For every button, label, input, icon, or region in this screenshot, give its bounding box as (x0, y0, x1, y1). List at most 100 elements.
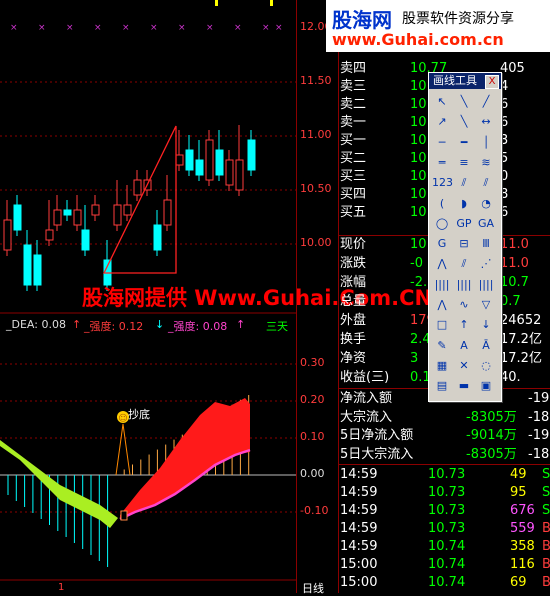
candle-body (33, 254, 42, 286)
ellipse-icon[interactable]: ◯ (432, 215, 452, 233)
tick-time: 15:00 (340, 575, 378, 590)
clear-icon[interactable]: ▦ (432, 357, 452, 375)
gann-icon[interactable]: ⫽ (454, 174, 474, 192)
order-book-row-label: 买五 (340, 205, 367, 220)
tick-price: 10.73 (428, 485, 466, 500)
delete-icon[interactable]: ✕ (454, 357, 474, 375)
svg-text:×: × (234, 23, 242, 33)
ga-icon[interactable]: GA (476, 215, 496, 233)
svg-text:×: × (38, 23, 46, 33)
ind-axis-label-000: 0.00 (300, 467, 325, 480)
bars2-icon[interactable]: |||| (454, 276, 474, 294)
segment-icon[interactable]: ↔ (476, 113, 496, 131)
tick-time: 14:59 (340, 503, 378, 518)
tick-price: 10.74 (428, 557, 466, 572)
hide-icon[interactable]: ◌ (476, 357, 496, 375)
candle-body (73, 209, 82, 226)
cycle-icon[interactable]: ◗ (454, 195, 474, 213)
more-indicator-label: 三天 (266, 320, 288, 333)
ray-icon[interactable]: ╱ (476, 93, 496, 111)
wave-icon[interactable]: ∿ (454, 296, 474, 314)
candle-body (235, 159, 244, 191)
tick-volume: 69 (510, 575, 527, 590)
gp-icon[interactable]: GP (454, 215, 474, 233)
bars3-icon[interactable]: |||| (476, 276, 496, 294)
channel-icon[interactable]: ≡ (454, 154, 474, 172)
order-book-row-label: 卖二 (340, 97, 367, 112)
hline-icon[interactable]: ─ (432, 134, 452, 152)
candle-body (123, 204, 132, 216)
stat-row-label: 净资 (340, 351, 367, 366)
candle-body (113, 204, 122, 226)
stat-row-label: 现价 (340, 237, 367, 252)
svg-text:×: × (122, 23, 130, 33)
pen-icon[interactable]: ✎ (432, 337, 452, 355)
order-book-row-label: 卖四 (340, 61, 367, 76)
arrow-line-icon[interactable]: ↗ (432, 113, 452, 131)
trend-icon[interactable]: ⫽ (476, 174, 496, 192)
line-icon[interactable]: ╲ (454, 93, 474, 111)
period-icon[interactable]: Ⅲ (476, 235, 496, 253)
candle-body (81, 229, 90, 251)
tick-time: 14:59 (340, 485, 378, 500)
svg-text:×: × (94, 23, 102, 33)
screen-icon[interactable]: ▣ (476, 377, 496, 395)
buy-signal-spike (115, 423, 131, 476)
text-icon[interactable]: A (454, 337, 474, 355)
flow-row-label: 5日大宗流入 (340, 446, 414, 462)
polyline-icon[interactable]: ⋀ (432, 296, 452, 314)
logo-cn-name: 股海网 (332, 8, 392, 32)
order-book-row-value: 10 (410, 133, 427, 148)
svg-text:×: × (206, 23, 214, 33)
stat-row-label: 换手 (340, 332, 367, 347)
candle-body (45, 229, 54, 241)
order-book-row-value: 10 (410, 169, 427, 184)
hline2-icon[interactable]: ━ (454, 134, 474, 152)
axis-label-1100: 11.00 (300, 128, 332, 141)
ruler-icon[interactable]: ▬ (454, 377, 474, 395)
dea-label: _DEA: 0.08 (6, 318, 66, 331)
list-icon[interactable]: ▤ (432, 377, 452, 395)
down-arrow-icon[interactable]: ↓ (476, 316, 496, 334)
arc-icon[interactable]: ( (432, 195, 452, 213)
up-arrow-icon[interactable]: ↑ (454, 316, 474, 334)
candle-body (175, 154, 184, 166)
text2-icon[interactable]: Ā (476, 337, 496, 355)
order-book-row-label: 买三 (340, 169, 367, 184)
golden-icon[interactable]: G (432, 235, 452, 253)
stat-row-value2: 11.0 (500, 256, 529, 271)
drawing-toolbox[interactable]: 画线工具 X ↖ ╲ ╱ ↗ ╲ ↔ ─ ━ │ ═ ≡ ≋ 123 ⫽ ⫽(◗ ◔ ◯ GP GA G ⊟ Ⅲ ⋀ ⫽ ⋰ ||… (428, 72, 502, 402)
svg-text:×: × (275, 23, 283, 33)
parallel-icon[interactable]: ═ (432, 154, 452, 172)
fan3-icon[interactable]: ⋰ (476, 255, 496, 273)
top-markers: × × × × × × × × × × × (10, 23, 283, 33)
fibonacci-icon[interactable]: 123 (432, 174, 453, 192)
cross-line-icon[interactable]: ╲ (454, 113, 474, 131)
tick-price: 10.74 (428, 575, 466, 590)
period-label[interactable]: 日线 (302, 580, 324, 596)
flow-row-value: -8305万 (466, 446, 517, 462)
tick-row: 14:59 10.73 95 S (338, 484, 550, 502)
fan-icon[interactable]: ⋀ (432, 255, 452, 273)
pointer-icon[interactable]: ↖ (432, 93, 452, 111)
percent-icon[interactable]: ⊟ (454, 235, 474, 253)
axis-label-1000: 10.00 (300, 236, 332, 249)
flow-row-value2: -19 (528, 428, 550, 443)
stat-row-value2: 10.7 (500, 275, 529, 290)
bars-icon[interactable]: |||| (432, 276, 452, 294)
svg-text:×: × (10, 23, 18, 33)
stat-row-label: 涨跌 (340, 256, 367, 271)
regression-icon[interactable]: ≋ (476, 154, 496, 172)
clock-icon[interactable]: ◔ (476, 195, 496, 213)
vline-icon[interactable]: │ (476, 134, 496, 152)
tick-volume: 676 (510, 503, 535, 518)
candle-body (13, 204, 22, 231)
rectangle-icon[interactable]: □ (432, 316, 452, 334)
order-book-row-value: 10 (410, 115, 427, 130)
triangle-icon[interactable]: ▽ (476, 296, 496, 314)
candle-body (195, 159, 204, 176)
fan2-icon[interactable]: ⫽ (454, 255, 474, 273)
close-icon[interactable]: X (485, 75, 499, 89)
strength2-label: _强度: 0.08 (168, 320, 228, 333)
tick-time: 14:59 (340, 539, 378, 554)
